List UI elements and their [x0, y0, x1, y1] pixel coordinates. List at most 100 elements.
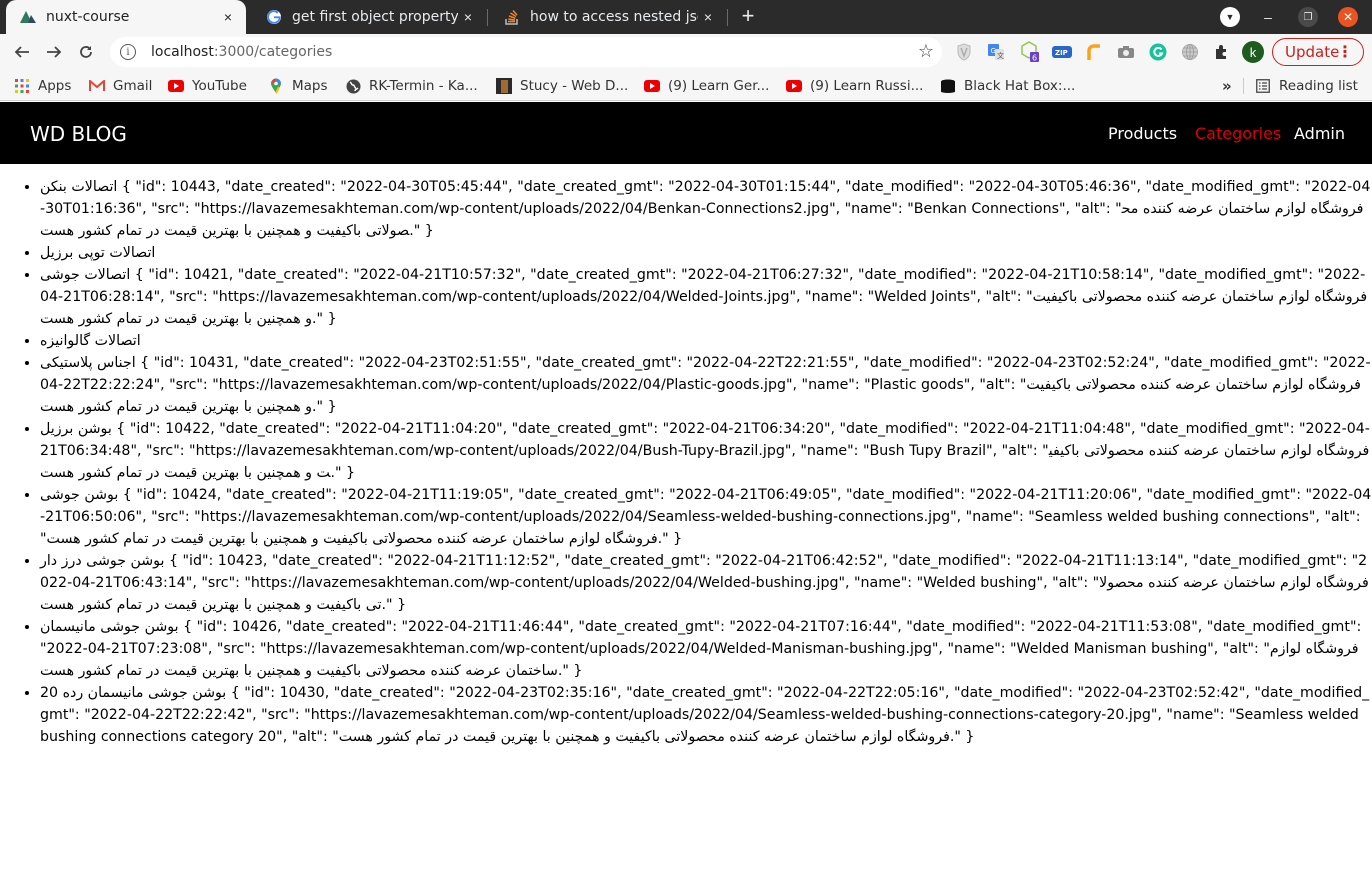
bookmark-label: Apps	[38, 78, 72, 94]
category-name: اتصالات جوشی	[40, 267, 131, 283]
zip-extension-icon[interactable]: ZIP	[1052, 42, 1072, 62]
category-name: بوشن جوشی مانیسمان رده 20	[40, 685, 227, 701]
camera-extension-icon[interactable]	[1116, 42, 1136, 62]
category-image-json: { "id": 10426, "date_created": "2022-04-…	[40, 619, 1362, 679]
stackoverflow-icon	[504, 9, 520, 25]
update-label: Update	[1285, 43, 1340, 61]
back-button[interactable]	[10, 40, 34, 64]
bookmark-label: Stucy - Web D...	[520, 78, 629, 94]
category-item: بوشن جوشی مانیسمان رده 20 { "id": 10430,…	[40, 682, 1372, 748]
tab-search-button[interactable]: ▼	[1220, 7, 1240, 27]
category-name: اجناس پلاستیکی	[40, 355, 136, 371]
close-tab-icon[interactable]: ×	[698, 7, 718, 27]
extensions-puzzle-icon[interactable]	[1212, 42, 1232, 62]
bookmark-apps[interactable]: Apps	[14, 76, 71, 96]
category-name: اتصالات توپی برزیل	[40, 245, 156, 261]
category-item: اتصالات بنکن { "id": 10443, "date_create…	[40, 176, 1372, 242]
category-image-json: { "id": 10424, "date_created": "2022-04-…	[40, 487, 1372, 547]
reading-list-label: Reading list	[1279, 78, 1358, 94]
nodejs-extension-icon[interactable]: 6	[1020, 41, 1040, 63]
youtube-icon	[786, 78, 802, 94]
category-item: اتصالات جوشی { "id": 10421, "date_create…	[40, 264, 1372, 330]
tab-divider	[487, 9, 488, 26]
svg-text:ZIP: ZIP	[1055, 49, 1068, 57]
bookmark-label: (9) Learn Ger...	[668, 78, 770, 94]
url-text[interactable]: localhost:3000/categories	[151, 44, 332, 60]
tab-divider	[727, 9, 728, 26]
category-name: بوشن برزیل	[40, 421, 112, 437]
nav-categories[interactable]: Categories	[1195, 124, 1281, 143]
category-name: بوشن جوشی مانیسمان	[40, 619, 179, 635]
category-item: اتصالات توپی برزیل	[40, 242, 1372, 264]
category-image-json: { "id": 10431, "date_created": "2022-04-…	[40, 355, 1371, 415]
maps-icon	[268, 78, 284, 94]
forward-arrow-icon	[47, 46, 62, 58]
bookmark-label: (9) Learn Russi...	[810, 78, 924, 94]
box-icon	[940, 78, 956, 94]
category-image-json: { "id": 10421, "date_created": "2022-04-…	[40, 267, 1368, 327]
site-logo[interactable]: WD BLOG	[30, 122, 127, 146]
tab-title: get first object property javascript	[292, 9, 458, 25]
update-button[interactable]: Update ⋮	[1272, 38, 1364, 66]
url-host: localhost	[151, 44, 214, 60]
google-translate-icon[interactable]: G文	[986, 42, 1006, 62]
google-icon	[266, 9, 282, 25]
tab-stackoverflow[interactable]: how to access nested json ×	[490, 0, 726, 34]
new-tab-button[interactable]: +	[736, 5, 760, 29]
browser-tab-strip: nuxt-course × get first object property …	[0, 0, 1372, 34]
bookmark-rk-termin[interactable]: RK-Termin - Ka...	[345, 76, 478, 96]
reload-icon	[80, 46, 92, 58]
menu-kebab-icon[interactable]: ⋮	[1337, 42, 1353, 62]
category-item: بوشن برزیل { "id": 10422, "date_created"…	[40, 418, 1372, 484]
reading-list-button[interactable]: Reading list	[1255, 76, 1358, 96]
bookmark-label: Gmail	[113, 78, 153, 94]
orange-extension-icon[interactable]	[1084, 42, 1104, 62]
svg-text:6: 6	[1032, 54, 1037, 63]
close-tab-icon[interactable]: ×	[218, 7, 238, 27]
bookmark-label: Black Hat Box:...	[964, 78, 1076, 94]
svg-text:文: 文	[997, 51, 1004, 60]
bookmark-youtube[interactable]: YouTube	[168, 76, 247, 96]
grammarly-icon[interactable]	[1148, 42, 1168, 62]
site-header: WD BLOG Products Categories Admin	[0, 102, 1372, 164]
tab-nuxt-course[interactable]: nuxt-course ×	[6, 0, 246, 34]
profile-avatar[interactable]: k	[1242, 41, 1264, 63]
restore-button[interactable]: ❐	[1298, 7, 1318, 27]
tab-google-search[interactable]: get first object property javascript ×	[252, 0, 486, 34]
bookmark-star-icon[interactable]: ☆	[918, 41, 934, 62]
bookmark-label: YouTube	[192, 78, 247, 94]
category-list: اتصالات بنکن { "id": 10443, "date_create…	[0, 176, 1372, 748]
stucy-icon	[496, 78, 512, 94]
category-name: بوشن جوشی درز دار	[40, 553, 165, 569]
minimize-button[interactable]: –	[1258, 7, 1278, 27]
site-info-icon[interactable]: i	[120, 44, 136, 60]
category-item: اجناس پلاستیکی { "id": 10431, "date_crea…	[40, 352, 1372, 418]
bookmarks-divider	[1243, 78, 1244, 94]
bookmark-learn-russian[interactable]: (9) Learn Russi...	[786, 76, 923, 96]
bookmark-learn-german[interactable]: (9) Learn Ger...	[644, 76, 769, 96]
back-arrow-icon	[14, 46, 29, 58]
shield-extension-icon[interactable]	[954, 42, 974, 62]
url-path: :3000/categories	[213, 44, 333, 60]
nav-admin[interactable]: Admin	[1294, 124, 1345, 143]
globe-extension-icon[interactable]	[1180, 42, 1200, 62]
address-bar[interactable]: i localhost:3000/categories ☆	[110, 37, 942, 67]
bookmark-label: Maps	[292, 78, 328, 94]
reload-button[interactable]	[74, 40, 98, 64]
bookmark-gmail[interactable]: Gmail	[89, 76, 152, 96]
forward-button[interactable]	[42, 40, 66, 64]
nav-products[interactable]: Products	[1108, 124, 1177, 143]
bookmark-stucy[interactable]: Stucy - Web D...	[496, 76, 628, 96]
category-image-json: { "id": 10430, "date_created": "2022-04-…	[40, 685, 1370, 745]
category-item: اتصالات گالوانیزه	[40, 330, 1372, 352]
close-window-button[interactable]: ✕	[1338, 7, 1358, 27]
category-image-json: { "id": 10443, "date_created": "2022-04-…	[40, 179, 1371, 239]
bookmark-maps[interactable]: Maps	[268, 76, 328, 96]
close-tab-icon[interactable]: ×	[458, 7, 478, 27]
bookmarks-bar: Apps Gmail YouTube Maps RK-Termin - Ka..…	[0, 70, 1372, 101]
globe-icon	[345, 78, 361, 94]
bookmarks-overflow-button[interactable]: »	[1222, 76, 1232, 96]
category-image-json: { "id": 10423, "date_created": "2022-04-…	[40, 553, 1369, 613]
bookmark-black-hat-box[interactable]: Black Hat Box:...	[940, 76, 1075, 96]
youtube-icon	[168, 78, 184, 94]
